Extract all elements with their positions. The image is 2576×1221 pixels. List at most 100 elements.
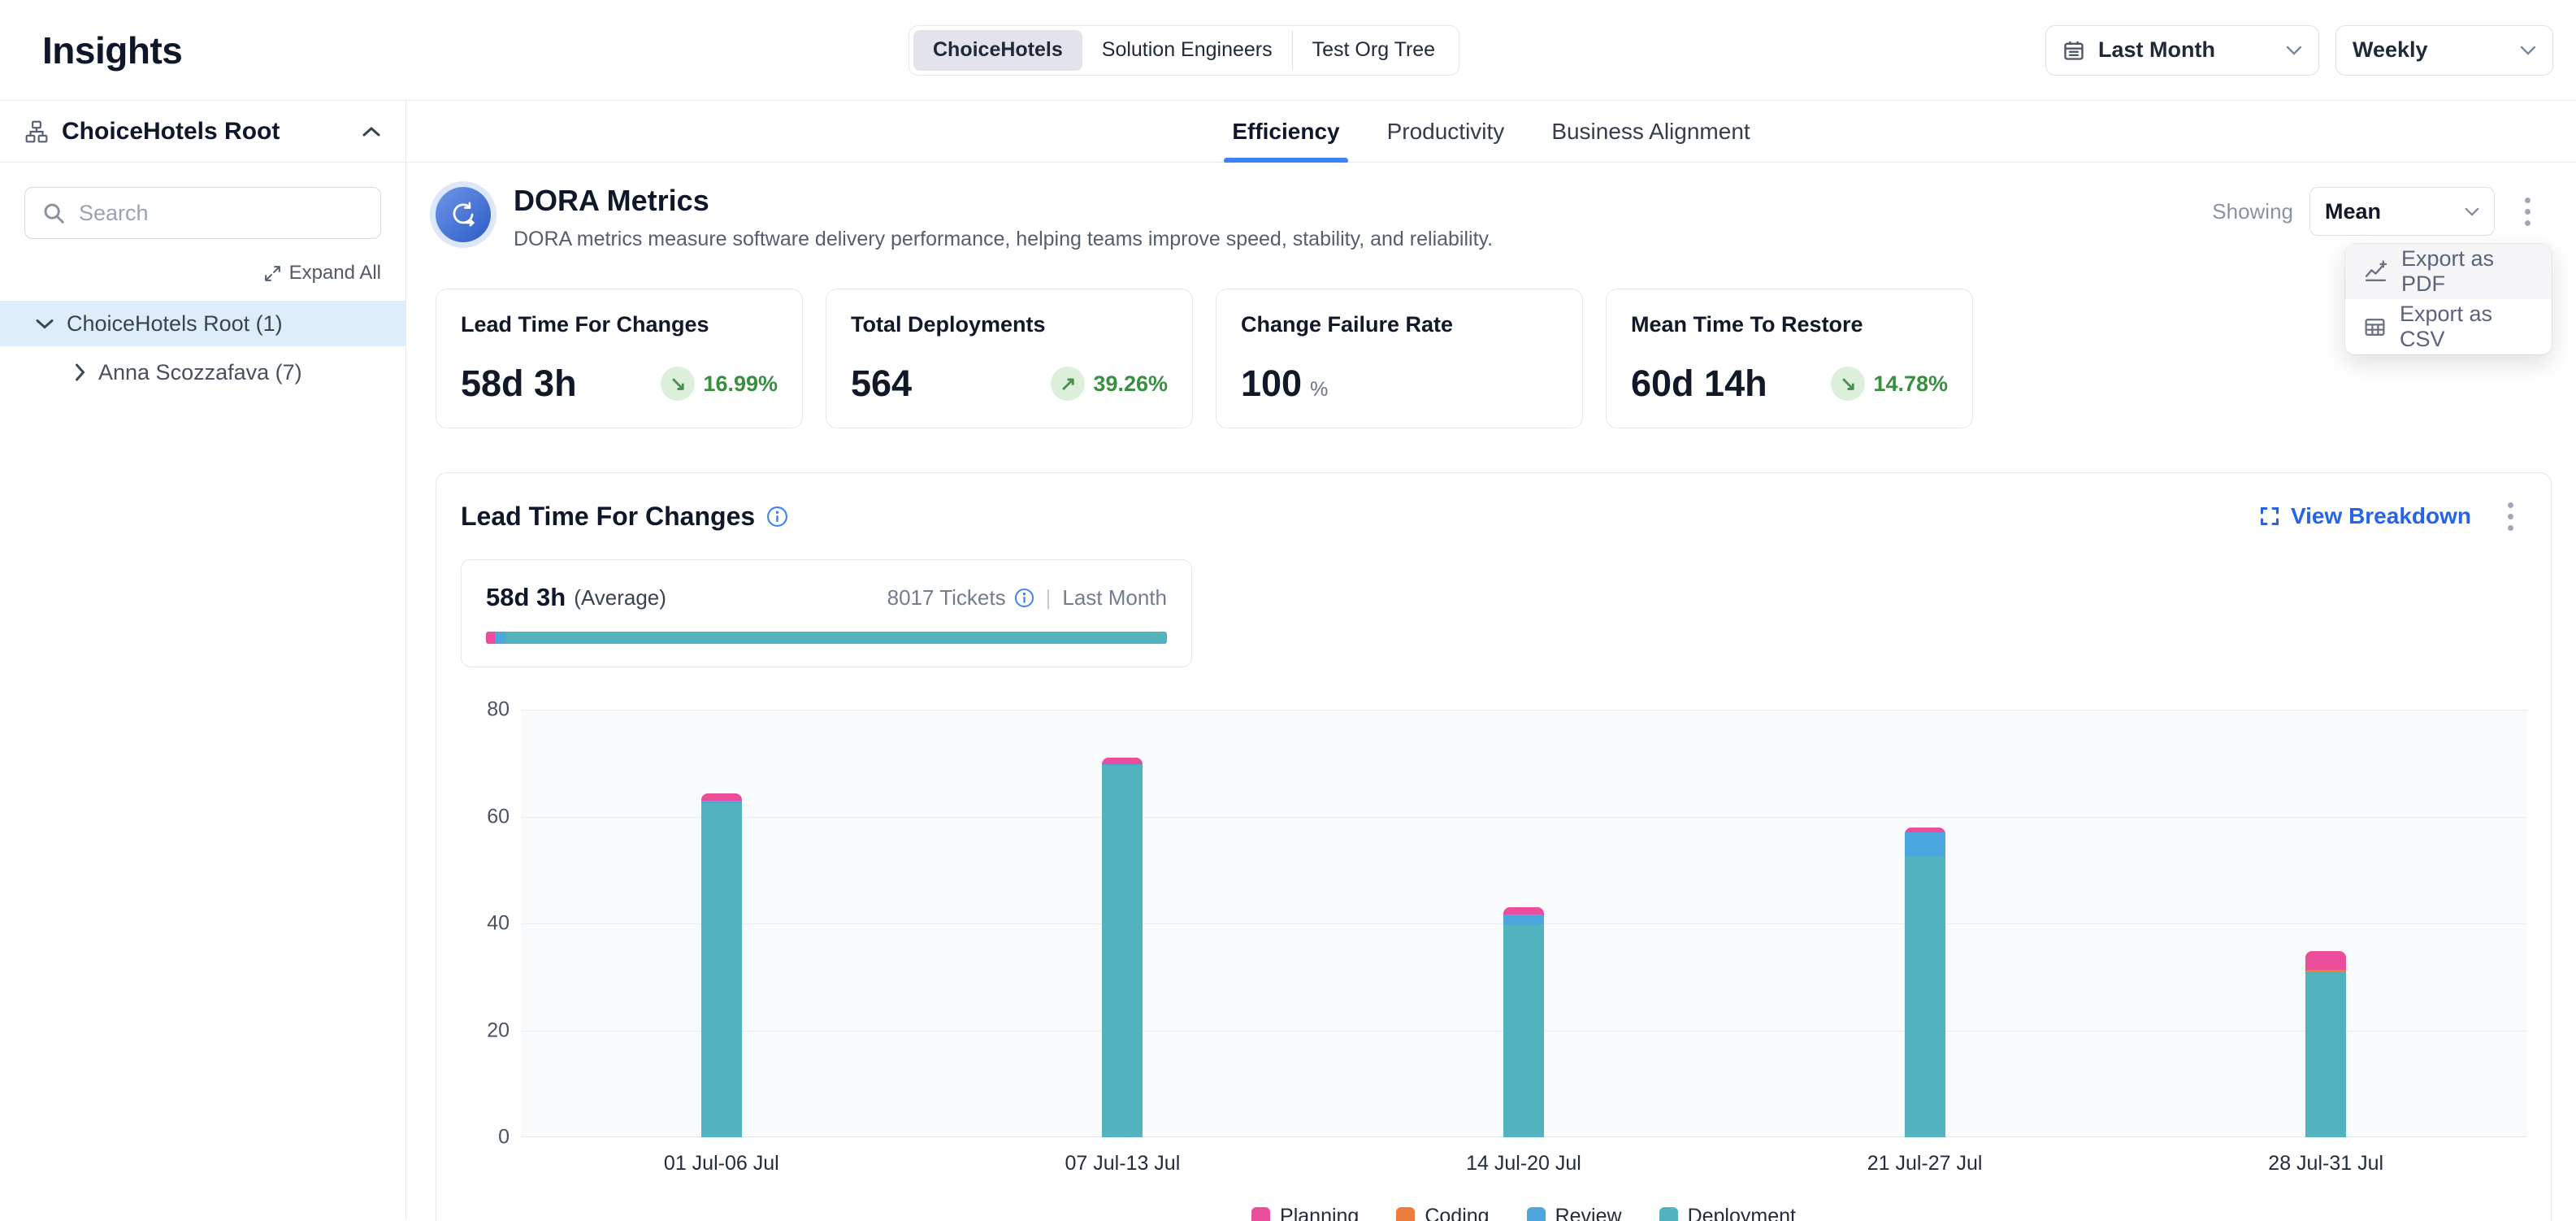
main-tabs: Efficiency Productivity Business Alignment: [406, 101, 2576, 163]
bar-segment-review: [1905, 832, 1945, 856]
granularity-select[interactable]: Weekly: [2335, 25, 2553, 76]
menu-item-export-as-csv[interactable]: Export as CSV: [2345, 299, 2552, 354]
metric-card-value-row: 100%: [1241, 363, 1558, 405]
org-tab-choicehotels[interactable]: ChoiceHotels: [913, 30, 1082, 71]
metric-card-value-wrap: 58d 3h: [461, 363, 577, 405]
legend-swatch: [1659, 1207, 1678, 1221]
summary-tickets: 8017 Tickets: [887, 585, 1006, 610]
tree-item-label: Anna Scozzafava (7): [98, 360, 302, 385]
org-tab-solution-engineers[interactable]: Solution Engineers: [1082, 30, 1292, 71]
expand-all-button[interactable]: Expand All: [24, 262, 381, 285]
trend-percent: 14.78%: [1873, 372, 1948, 397]
legend-item-review[interactable]: Review: [1527, 1205, 1622, 1221]
sidebar-header: ChoiceHotels Root: [0, 101, 405, 163]
metric-card-value: 100: [1241, 363, 1302, 404]
x-tick-label: 07 Jul-13 Jul: [922, 1152, 1324, 1175]
sidebar: ChoiceHotels Root Expand All: [0, 101, 406, 1220]
tab-business-alignment[interactable]: Business Alignment: [1551, 101, 1750, 162]
bar-28-jul-31-jul: [2305, 951, 2346, 1137]
summary-bar-segment-planning: [486, 632, 495, 644]
info-icon[interactable]: [766, 506, 788, 528]
lead-time-header: Lead Time For Changes: [461, 496, 2526, 537]
lead-time-chart: 020406080: [461, 710, 2526, 1137]
trend-up-arrow-icon: ↗: [1051, 367, 1085, 401]
bar-14-jul-20-jul: [1503, 907, 1544, 1137]
metric-card-value-wrap: 564: [851, 363, 912, 405]
legend-item-planning[interactable]: Planning: [1251, 1205, 1359, 1221]
legend-item-coding[interactable]: Coding: [1396, 1205, 1489, 1221]
topbar: Insights ChoiceHotelsSolution EngineersT…: [0, 0, 2576, 101]
tree-item-root[interactable]: ChoiceHotels Root (1): [0, 301, 405, 346]
date-range-select[interactable]: Last Month: [2045, 25, 2319, 76]
org-tab-test-org-tree[interactable]: Test Org Tree: [1292, 30, 1455, 71]
menu-item-export-as-pdf[interactable]: Export as PDF: [2345, 244, 2552, 299]
search-input[interactable]: [79, 201, 366, 226]
metric-card-value-row: 60d 14h↘14.78%: [1631, 363, 1948, 405]
bar-segment-deployment: [1905, 856, 1945, 1137]
chevron-up-icon[interactable]: [362, 126, 381, 137]
plot-area: [521, 710, 2526, 1137]
topbar-controls: Last Month Weekly: [2045, 25, 2553, 76]
calendar-icon: [2062, 39, 2085, 62]
y-tick-label: 80: [487, 698, 510, 722]
trend-down-arrow-icon: ↘: [661, 367, 695, 401]
metric-card-value-wrap: 100%: [1241, 363, 1328, 405]
legend-item-deployment[interactable]: Deployment: [1659, 1205, 1796, 1221]
tree-item-child[interactable]: Anna Scozzafava (7): [0, 350, 405, 395]
bar-segment-deployment: [2305, 972, 2346, 1137]
menu-item-label: Export as CSV: [2400, 302, 2534, 352]
tree-item-label: ChoiceHotels Root (1): [67, 311, 283, 337]
summary-qualifier: (Average): [574, 585, 666, 610]
chart-line-icon: [2363, 259, 2388, 285]
lead-time-title: Lead Time For Changes: [461, 502, 755, 532]
x-tick-label: 21 Jul-27 Jul: [1724, 1152, 2126, 1175]
metric-card-unit: %: [1310, 378, 1328, 401]
metric-card-title: Total Deployments: [851, 312, 1168, 337]
metric-card-value: 564: [851, 363, 912, 404]
org-tabs: ChoiceHotelsSolution EngineersTest Org T…: [909, 25, 1459, 76]
trend-percent: 16.99%: [703, 372, 778, 397]
bar-01-jul-06-jul: [701, 793, 742, 1137]
chevron-right-icon[interactable]: [75, 363, 85, 381]
trend-down-arrow-icon: ↘: [1831, 367, 1865, 401]
metric-card-value: 58d 3h: [461, 363, 577, 404]
info-icon[interactable]: [1014, 588, 1034, 608]
chart-x-axis: 01 Jul-06 Jul07 Jul-13 Jul14 Jul-20 Jul2…: [521, 1152, 2526, 1175]
org-tree-icon: [24, 119, 49, 144]
bar-segment-deployment: [701, 803, 742, 1137]
chevron-down-icon[interactable]: [36, 319, 54, 329]
chevron-down-icon: [2465, 207, 2479, 216]
sidebar-search[interactable]: [24, 187, 381, 239]
view-breakdown-button[interactable]: View Breakdown: [2258, 503, 2471, 529]
dora-cycle-icon: [436, 187, 491, 242]
lead-time-kebab-menu-button[interactable]: [2494, 496, 2526, 537]
chevron-down-icon: [2286, 46, 2302, 55]
trend-badge: ↘ 16.99%: [661, 367, 778, 401]
granularity-value: Weekly: [2353, 37, 2428, 63]
x-tick-label: 28 Jul-31 Jul: [2125, 1152, 2526, 1175]
dora-description: DORA metrics measure software delivery p…: [514, 228, 1493, 251]
bar-segment-planning: [1503, 907, 1544, 915]
y-tick-label: 20: [487, 1019, 510, 1042]
metric-card-mean-time-to-restore: Mean Time To Restore60d 14h↘14.78%: [1606, 289, 1973, 428]
expand-all-label: Expand All: [289, 262, 381, 285]
x-tick-label: 14 Jul-20 Jul: [1323, 1152, 1724, 1175]
search-icon: [41, 201, 66, 225]
aggregation-select[interactable]: Mean: [2309, 187, 2495, 236]
dora-controls: Showing Mean: [2212, 187, 2552, 236]
legend-swatch: [1527, 1207, 1546, 1221]
lead-time-summary: 58d 3h (Average) 8017 Tickets: [461, 559, 1192, 667]
dora-kebab-menu-button[interactable]: [2511, 191, 2543, 232]
lead-time-card: Lead Time For Changes: [436, 472, 2552, 1221]
metric-card-title: Mean Time To Restore: [1631, 312, 1948, 337]
metric-card-title: Lead Time For Changes: [461, 312, 778, 337]
legend-swatch: [1396, 1207, 1415, 1221]
tab-efficiency[interactable]: Efficiency: [1232, 101, 1339, 162]
dora-header-text: DORA Metrics DORA metrics measure softwa…: [514, 182, 1493, 251]
metric-cards-row: Lead Time For Changes 58d 3h ↘ 16.99% Total …: [436, 289, 2552, 428]
legend-label: Coding: [1425, 1205, 1489, 1221]
summary-divider: |: [1046, 585, 1052, 610]
main-content: DORA Metrics DORA metrics measure softwa…: [406, 163, 2576, 1221]
bar-segment-deployment: [1503, 924, 1544, 1137]
tab-productivity[interactable]: Productivity: [1387, 101, 1505, 162]
